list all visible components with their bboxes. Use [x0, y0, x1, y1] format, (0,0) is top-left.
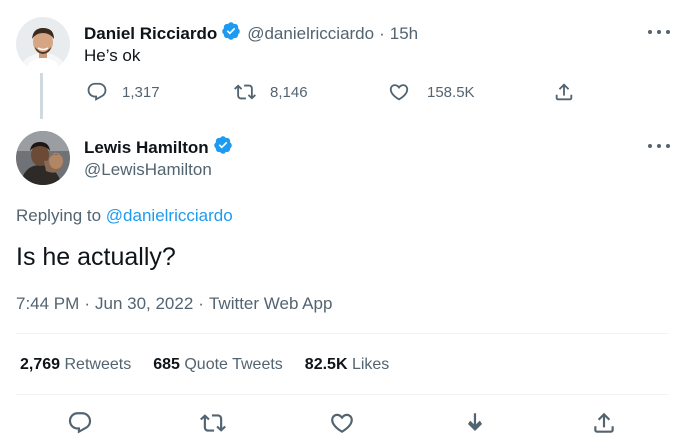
like-button[interactable] — [329, 410, 355, 436]
avatar-image — [16, 17, 70, 71]
more-options-icon[interactable] — [648, 141, 670, 151]
retweet-count: 8,146 — [270, 83, 308, 101]
meta-separator: · — [84, 294, 90, 313]
retweets-label: Retweets — [64, 356, 132, 373]
likes-value: 82.5K — [304, 356, 348, 373]
replying-to: Replying to @danielricciardo — [16, 206, 233, 226]
meta-separator: · — [379, 23, 385, 43]
bookmark-button[interactable] — [462, 410, 488, 436]
parent-tweet-text: He’s ok — [84, 46, 141, 65]
verified-badge-icon — [221, 21, 241, 46]
reply-button[interactable]: 1,317 — [86, 81, 160, 103]
author-name[interactable]: Daniel Ricciardo — [84, 24, 217, 44]
main-tweet-text: Is he actually? — [16, 243, 176, 271]
tweet-time[interactable]: 7:44 PM — [16, 294, 79, 313]
share-icon — [594, 412, 614, 433]
share-button[interactable] — [591, 410, 617, 436]
avatar-lewis-hamilton[interactable] — [16, 131, 70, 185]
reply-count: 1,317 — [122, 83, 160, 101]
meta-separator: · — [198, 294, 204, 313]
bookmark-icon — [467, 413, 483, 432]
tweet-time-ago[interactable]: 15h — [390, 24, 418, 44]
main-tweet-author: Lewis Hamilton — [84, 135, 233, 160]
retweets-value: 2,769 — [20, 356, 61, 373]
thread-connector-line — [40, 73, 43, 119]
divider-bottom — [16, 394, 668, 395]
quotes-value: 685 — [153, 356, 180, 373]
verified-badge-icon — [213, 135, 233, 160]
author-handle[interactable]: @LewisHamilton — [84, 160, 212, 180]
author-handle[interactable]: @danielricciardo — [247, 24, 374, 44]
tweet-date[interactable]: Jun 30, 2022 — [95, 294, 193, 313]
quotes-label: Quote Tweets — [184, 356, 283, 373]
tweet-stats: 2,769 Retweets 685 Quote Tweets 82.5K Li… — [20, 356, 389, 374]
likes-label: Likes — [351, 356, 390, 373]
retweet-button[interactable]: 8,146 — [234, 81, 308, 103]
author-name[interactable]: Lewis Hamilton — [84, 138, 209, 158]
reply-button[interactable] — [67, 410, 93, 436]
share-button[interactable] — [553, 81, 575, 103]
retweet-icon — [234, 84, 256, 100]
like-button[interactable]: 158.5K — [388, 81, 475, 103]
reply-icon — [87, 82, 107, 101]
share-icon — [555, 83, 573, 101]
retweet-icon — [200, 414, 226, 432]
divider-top — [16, 333, 668, 334]
avatar-image — [16, 131, 70, 185]
heart-icon — [331, 413, 353, 433]
replying-prefix: Replying to — [16, 206, 102, 225]
likes-stat[interactable]: 82.5K Likes — [305, 356, 390, 374]
more-options-icon[interactable] — [648, 27, 670, 37]
heart-icon — [389, 84, 409, 101]
avatar-daniel-ricciardo[interactable] — [16, 17, 70, 71]
retweets-stat[interactable]: 2,769 Retweets — [20, 356, 131, 374]
quote-tweets-stat[interactable]: 685 Quote Tweets — [153, 356, 283, 374]
parent-tweet-header: Daniel Ricciardo @danielricciardo · 15h — [84, 21, 418, 46]
like-count: 158.5K — [427, 83, 475, 101]
tweet-meta: 7:44 PM · Jun 30, 2022 · Twitter Web App — [16, 294, 332, 314]
replying-handle-link[interactable]: @danielricciardo — [106, 206, 233, 225]
retweet-button[interactable] — [200, 410, 226, 436]
reply-icon — [68, 412, 92, 434]
tweet-source[interactable]: Twitter Web App — [209, 294, 332, 313]
